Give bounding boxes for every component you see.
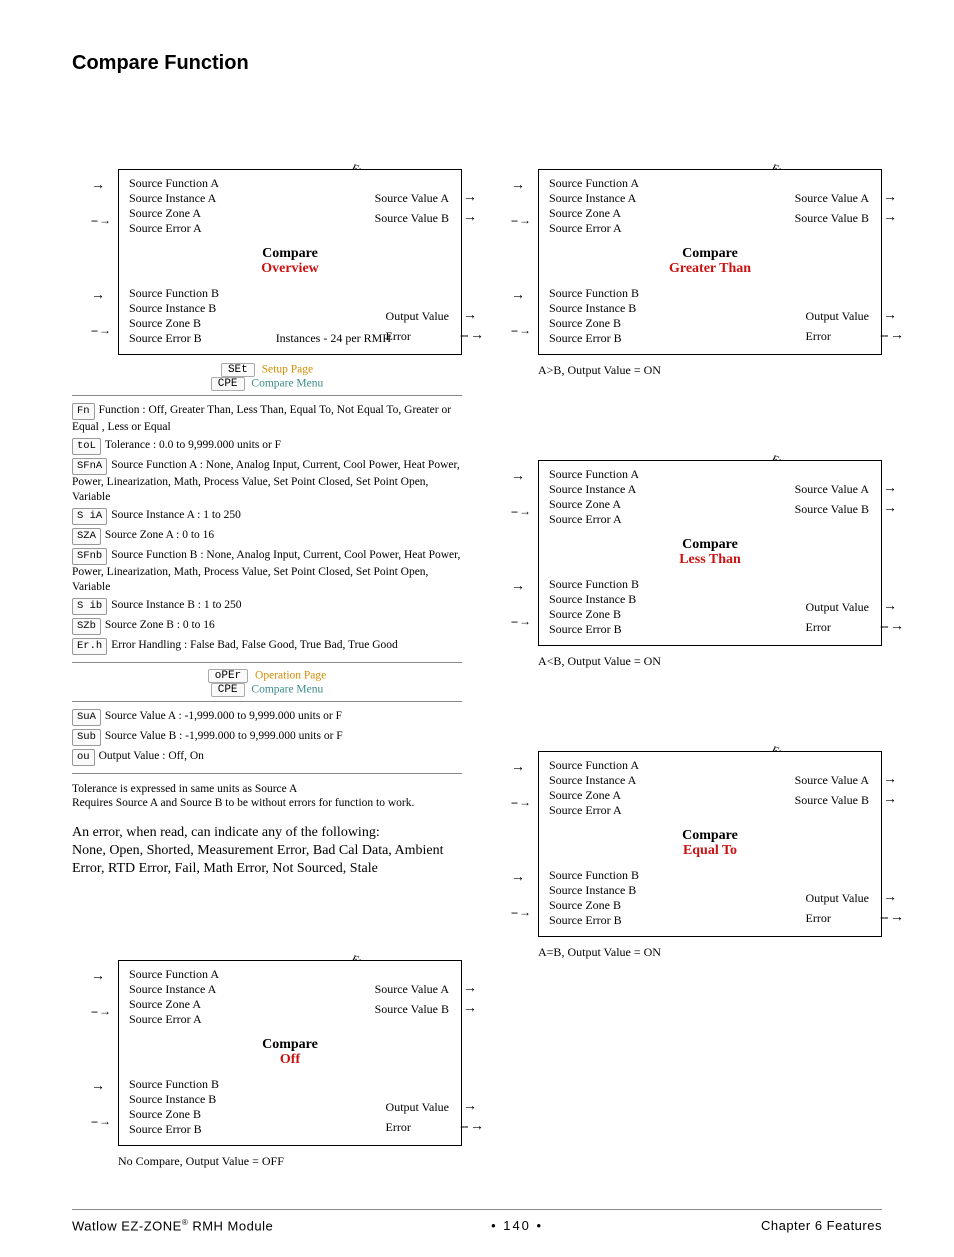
error-paragraph: An error, when read, can indicate any of… xyxy=(72,824,462,878)
diagram-greater-than: Error Handling Tolerance Function Source… xyxy=(538,169,882,355)
setup-seg: SEt xyxy=(221,363,255,377)
footer-page-number: • 140 • xyxy=(491,1218,543,1233)
diagram-less-than: Error Handling Tolerance Function Source… xyxy=(538,460,882,646)
diagram-equal-to: Error Handling Tolerance Function Source… xyxy=(538,751,882,937)
left-arrows-icon xyxy=(91,286,110,339)
diagram-overview: Error Handling Tolerance Function Source… xyxy=(118,169,462,355)
setup-param-box: FnFunction : Off, Greater Than, Less Tha… xyxy=(72,395,462,663)
instances-note: Instances - 24 per RMH xyxy=(276,331,391,346)
oper-seg: oPEr xyxy=(208,669,248,683)
page-footer: Watlow EZ-ZONE® RMH Module • 140 • Chapt… xyxy=(72,1209,882,1233)
footer-left: Watlow EZ-ZONE® RMH Module xyxy=(72,1218,273,1233)
page-title: Compare Function xyxy=(72,52,882,75)
operation-page-header: oPEr Operation Page CPE Compare Menu xyxy=(72,669,462,697)
right-out-vals: Output Value Error xyxy=(386,306,449,346)
footer-right: Chapter 6 Features xyxy=(761,1218,882,1233)
caption-gt: A>B, Output Value = ON xyxy=(538,363,882,378)
left-arrows-icon xyxy=(91,176,110,229)
diagram-off: Error Handling Tolerance Function Source… xyxy=(118,960,462,1146)
compare-menu-seg: CPE xyxy=(211,683,245,697)
oper-param-box: SuASource Value A : -1,999.000 to 9,999.… xyxy=(72,701,462,774)
compare-menu-seg: CPE xyxy=(211,377,245,391)
setup-page-header: SEt Setup Page CPE Compare Menu xyxy=(72,363,462,391)
tolerance-notes: Tolerance is expressed in same units as … xyxy=(72,782,462,810)
caption-off: No Compare, Output Value = OFF xyxy=(118,1154,462,1169)
diagram-title: Compare Overview xyxy=(119,244,461,280)
caption-lt: A<B, Output Value = ON xyxy=(538,654,882,669)
right-vals-a: Source Value A Source Value B xyxy=(375,188,449,228)
caption-eq: A=B, Output Value = ON xyxy=(538,945,882,960)
